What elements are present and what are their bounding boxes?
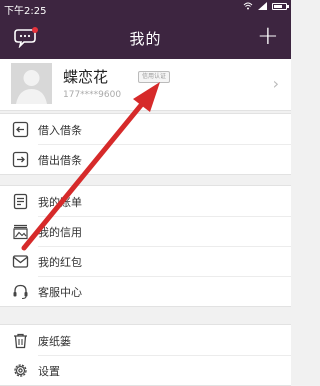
status-bar: 下午2:25	[0, 0, 291, 17]
menu-item-label: 客服中心	[38, 286, 82, 299]
avatar[interactable]	[11, 63, 52, 104]
menu-group-account: 我的账单 我的信用 我的红包 客服中心	[0, 185, 291, 307]
gear-icon	[14, 364, 27, 377]
plus-icon[interactable]: +	[257, 22, 279, 50]
menu-item-label: 废纸篓	[38, 335, 71, 348]
menu-group-system: 废纸篓 设置	[0, 324, 291, 386]
trash-icon	[14, 333, 27, 349]
status-time: 下午2:25	[4, 6, 47, 17]
menu-item-label: 设置	[38, 365, 60, 378]
lend-out-icon	[12, 151, 29, 168]
avatar-placeholder-icon	[11, 63, 52, 104]
menu-item-label: 我的账单	[38, 196, 82, 209]
borrow-in-icon	[12, 121, 29, 138]
signal-icon	[258, 2, 267, 10]
credit-icon	[13, 224, 28, 240]
menu-item-lend-out[interactable]: 借出借条	[0, 144, 291, 174]
red-packet-icon	[12, 255, 29, 268]
page-title: 我的	[129, 30, 162, 48]
chevron-right-icon: ›	[272, 74, 279, 93]
menu-item-borrow-in[interactable]: 借入借条	[0, 114, 291, 144]
menu-item-red-packet[interactable]: 我的红包	[0, 246, 291, 276]
menu-item-settings[interactable]: 设置	[0, 355, 291, 385]
battery-icon	[272, 2, 289, 10]
credit-badge: 信用认证	[138, 71, 171, 83]
menu-item-label: 我的信用	[38, 226, 82, 239]
menu-item-credit[interactable]: 我的信用	[0, 216, 291, 246]
menu-group-notes: 借入借条 借出借条	[0, 113, 291, 175]
headset-icon	[13, 284, 28, 300]
profile-card[interactable]: 蝶恋花 信用认证 177****9600 ›	[0, 59, 291, 111]
menu-item-label: 借出借条	[38, 154, 82, 167]
profile-name: 蝶恋花	[63, 68, 109, 86]
menu-item-service[interactable]: 客服中心	[0, 276, 291, 306]
menu-item-label: 我的红包	[38, 256, 82, 269]
profile-phone: 177****9600	[63, 90, 122, 100]
bill-icon	[13, 193, 28, 210]
menu-item-label: 借入借条	[38, 124, 82, 137]
menu-item-trash[interactable]: 废纸篓	[0, 325, 291, 355]
menu-item-bill[interactable]: 我的账单	[0, 186, 291, 216]
wifi-icon	[243, 2, 253, 10]
header-bar: 我的 +	[0, 16, 291, 59]
status-icons	[243, 2, 289, 10]
